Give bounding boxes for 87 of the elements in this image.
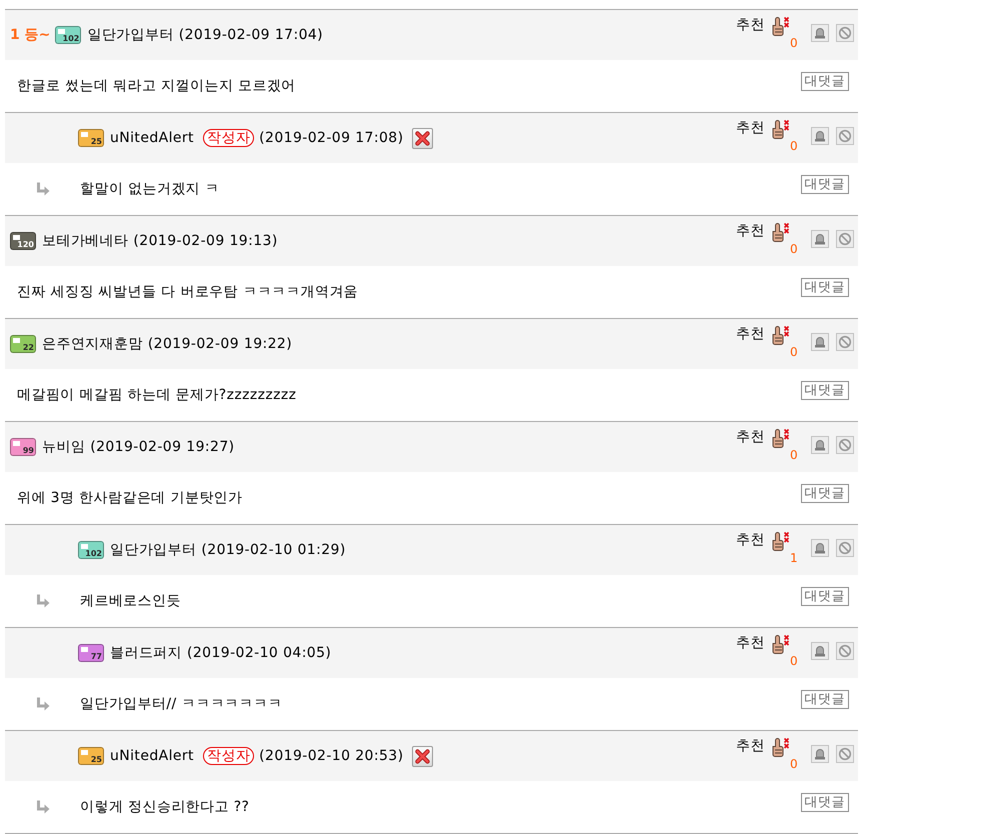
siren-icon[interactable] [811, 539, 829, 557]
author-name: 뉴비임 [42, 438, 86, 456]
recommend-count: 0 [790, 655, 798, 667]
level-badge: 102 [55, 26, 82, 44]
block-icon[interactable] [836, 230, 854, 248]
recommend-count: 0 [790, 758, 798, 770]
x-icon [415, 748, 430, 764]
comment-text: 한글로 썼는데 뭐라고 지껄이는지 모르겠어 [17, 77, 297, 95]
recommend-count: 0 [790, 243, 798, 255]
thumbs-up-icon[interactable] [770, 737, 790, 757]
recommend-label: 추천 [736, 326, 765, 342]
siren-icon[interactable] [811, 436, 829, 454]
author-name: uNitedAlert [110, 130, 194, 146]
reply-button[interactable]: 대댓글 [800, 690, 849, 709]
thumbs-up-icon[interactable] [770, 222, 790, 242]
author-name: uNitedAlert [110, 748, 194, 764]
level-badge: 77 [78, 644, 104, 662]
author-name: 보테가베네타 [42, 232, 128, 250]
recommend-label: 추천 [736, 738, 765, 754]
reply-button[interactable]: 대댓글 [800, 278, 849, 297]
block-icon[interactable] [836, 127, 854, 145]
reply-button[interactable]: 대댓글 [800, 381, 849, 400]
comment-time: (2019-02-09 19:27) [90, 439, 234, 455]
thumbs-up-icon[interactable] [770, 531, 790, 551]
comment-time: (2019-02-09 19:22) [148, 336, 292, 352]
block-icon[interactable] [836, 539, 854, 557]
comment-text: 이렇게 정신승리한다고 ?? [80, 798, 250, 816]
level-badge: 99 [10, 438, 36, 456]
siren-icon[interactable] [811, 745, 829, 763]
thumbs-up-icon[interactable] [770, 16, 790, 36]
level-badge: 22 [10, 335, 36, 353]
comment-text: 케르베로스인듯 [80, 592, 182, 610]
delete-button[interactable] [412, 128, 434, 148]
comment-text: 위에 3명 한사람같은데 기분탓인가 [17, 489, 244, 507]
recommend-count: 0 [790, 37, 798, 49]
recommend-count: 0 [790, 346, 798, 358]
comment-time: (2019-02-09 17:04) [178, 27, 324, 43]
delete-button[interactable] [412, 746, 434, 766]
block-icon[interactable] [836, 642, 854, 660]
recommend-count: 0 [790, 140, 798, 152]
comment-text: 진짜 세징징 씨발년들 다 버로우탐 ㅋㅋㅋㅋ개역겨움 [17, 283, 360, 301]
reply-button[interactable]: 대댓글 [800, 484, 849, 503]
comment-time: (2019-02-09 17:08) [259, 130, 404, 146]
level-badge: 25 [78, 129, 104, 147]
reply-button[interactable]: 대댓글 [800, 793, 849, 812]
thumbs-up-icon[interactable] [770, 428, 790, 448]
level-badge: 102 [78, 541, 104, 559]
comment-text: 일단가입부터// ㅋㅋㅋㅋㅋㅋㅋ [80, 695, 284, 713]
siren-icon[interactable] [811, 127, 829, 145]
thumbs-up-icon[interactable] [770, 325, 790, 345]
thumbs-up-icon[interactable] [770, 634, 790, 654]
comment-time: (2019-02-10 04:05) [187, 645, 332, 661]
comment-time: (2019-02-10 01:29) [201, 542, 346, 558]
recommend-label: 추천 [736, 223, 765, 239]
author-name: 일단가입부터 [110, 541, 196, 559]
author-name: 블러드퍼지 [110, 644, 182, 662]
level-badge: 120 [10, 232, 36, 250]
siren-icon[interactable] [811, 642, 829, 660]
block-icon[interactable] [836, 333, 854, 351]
siren-icon[interactable] [811, 333, 829, 351]
reply-button[interactable]: 대댓글 [800, 175, 849, 194]
reply-button[interactable]: 대댓글 [800, 587, 849, 606]
thumbs-up-icon[interactable] [770, 119, 790, 139]
block-icon[interactable] [836, 745, 854, 763]
recommend-count: 1 [790, 552, 798, 564]
recommend-label: 추천 [736, 635, 765, 651]
comment-text: 할말이 없는거겠지 ㅋ [80, 180, 220, 198]
author-tag: 작성자 [202, 129, 254, 147]
recommend-count: 0 [790, 449, 798, 461]
block-icon[interactable] [836, 24, 854, 42]
siren-icon[interactable] [811, 24, 829, 42]
author-name: 일단가입부터 [87, 26, 174, 44]
level-badge: 25 [78, 747, 104, 765]
rank-label: 1 등~ [10, 26, 50, 44]
x-icon [415, 130, 430, 146]
author-name: 은주연지재훈맘 [42, 335, 143, 353]
recommend-label: 추천 [736, 429, 765, 445]
reply-button[interactable]: 대댓글 [800, 72, 849, 91]
comment-time: (2019-02-09 19:13) [133, 233, 278, 249]
comment-text: 메갈핌이 메갈핌 하는데 문제가?zzzzzzzzz [17, 386, 298, 404]
comment-time: (2019-02-10 20:53) [259, 748, 404, 764]
siren-icon[interactable] [811, 230, 829, 248]
author-tag: 작성자 [202, 747, 254, 765]
recommend-label: 추천 [736, 17, 765, 33]
recommend-label: 추천 [736, 120, 765, 136]
recommend-label: 추천 [736, 532, 765, 548]
block-icon[interactable] [836, 436, 854, 454]
